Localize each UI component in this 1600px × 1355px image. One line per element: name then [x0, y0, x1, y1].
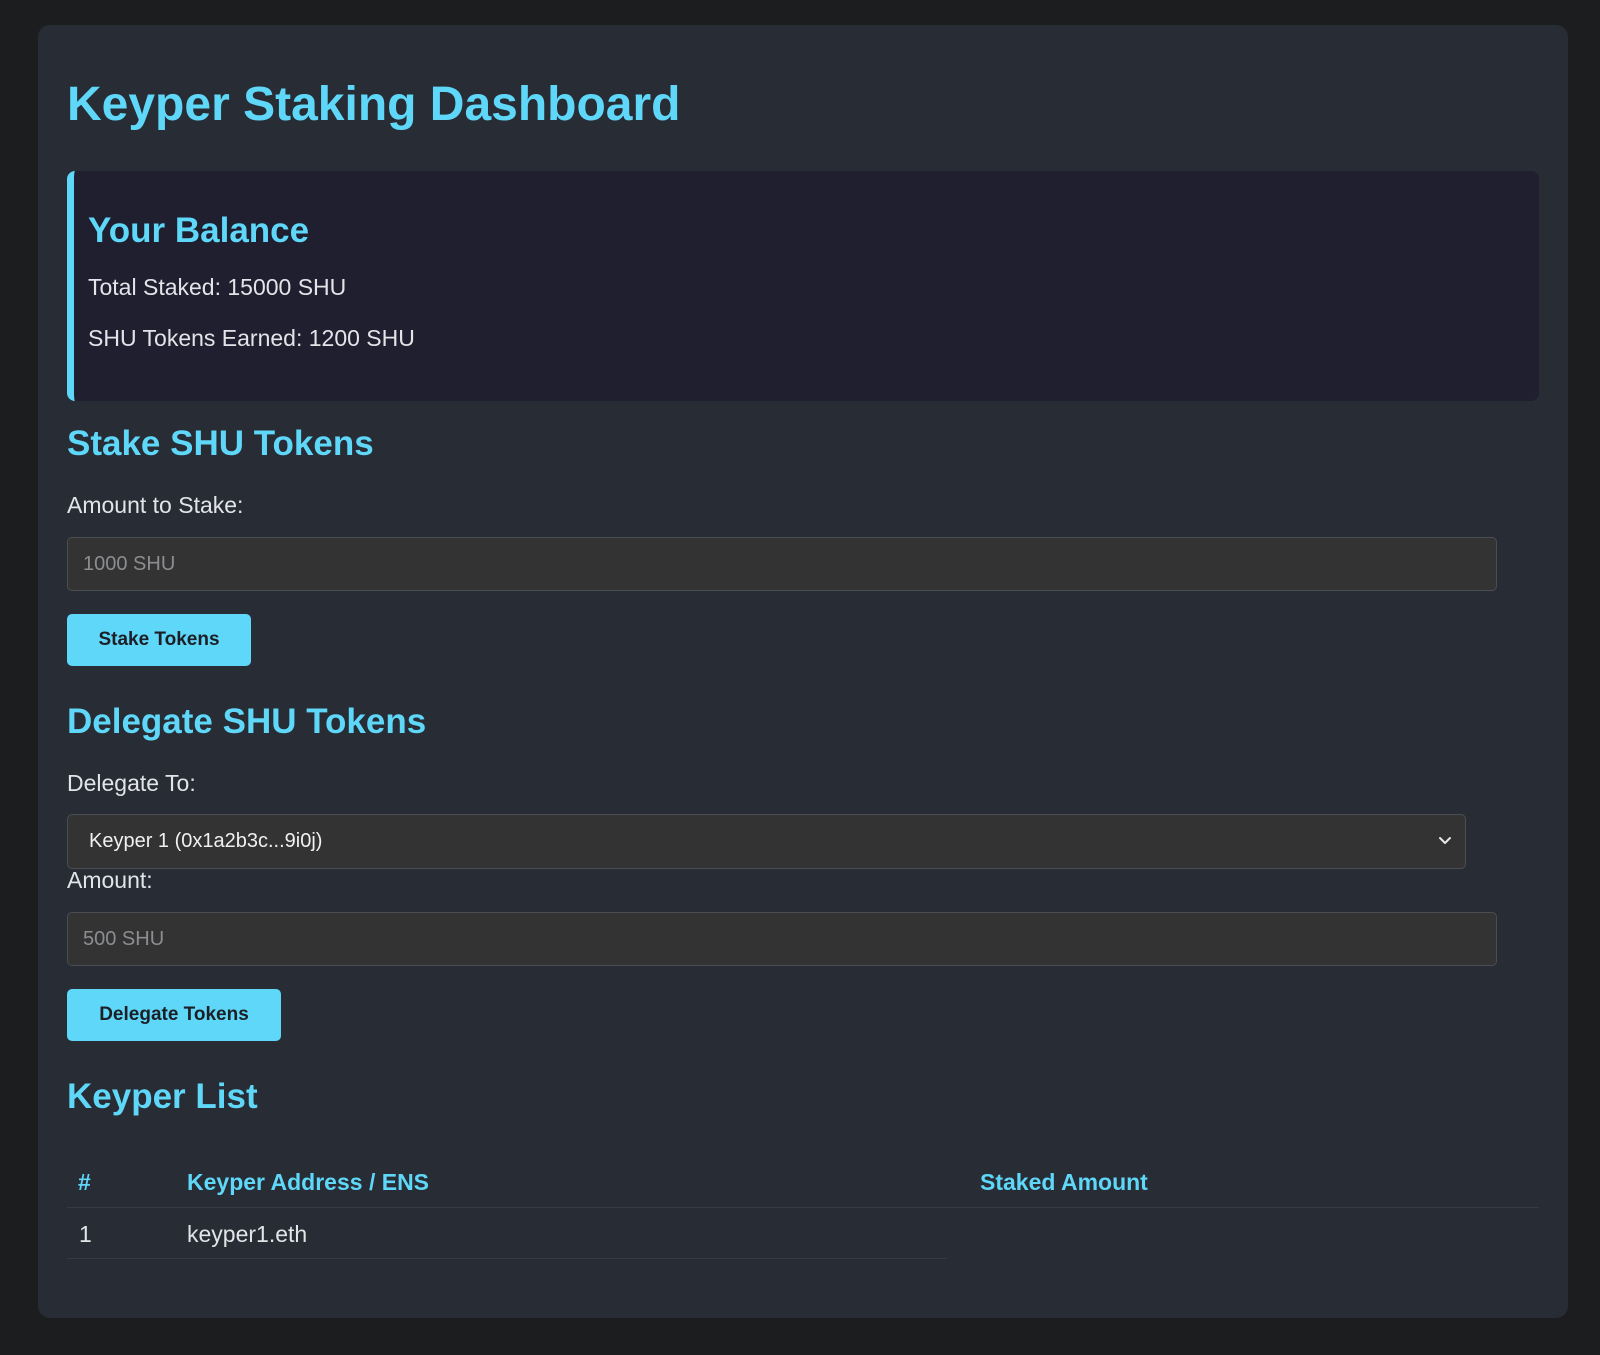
- row-index-cell: 1: [79, 1221, 92, 1247]
- stake-tokens-button[interactable]: Stake Tokens: [67, 614, 251, 666]
- table-row-divider: [67, 1258, 947, 1259]
- delegate-tokens-button[interactable]: Delegate Tokens: [67, 989, 281, 1041]
- keyper-list-title: Keyper List: [67, 1077, 258, 1116]
- table-header-address: Keyper Address / ENS: [187, 1169, 430, 1195]
- delegate-to-label: Delegate To:: [67, 770, 196, 796]
- total-staked-text: Total Staked: 15000 SHU: [88, 274, 347, 300]
- stake-amount-input[interactable]: [67, 537, 1497, 591]
- delegate-amount-input[interactable]: [67, 912, 1497, 966]
- tokens-earned-text: SHU Tokens Earned: 1200 SHU: [88, 325, 415, 351]
- chevron-down-icon: [1439, 837, 1451, 844]
- page-title: Keyper Staking Dashboard: [67, 78, 681, 131]
- balance-title: Your Balance: [88, 211, 310, 250]
- keyper-select-value: Keyper 1 (0x1a2b3c...9i0j): [89, 830, 323, 852]
- delegate-amount-label: Amount:: [67, 867, 153, 893]
- row-address-cell: keyper1.eth: [187, 1221, 308, 1247]
- delegate-section-title: Delegate SHU Tokens: [67, 702, 427, 741]
- table-header-divider: [67, 1207, 1539, 1208]
- table-header-index: #: [78, 1169, 91, 1195]
- dashboard-panel: Keyper Staking Dashboard Your Balance To…: [38, 25, 1568, 1318]
- stake-section-title: Stake SHU Tokens: [67, 424, 374, 463]
- keyper-select[interactable]: Keyper 1 (0x1a2b3c...9i0j): [67, 814, 1466, 869]
- stake-amount-label: Amount to Stake:: [67, 492, 244, 518]
- table-header-staked: Staked Amount: [980, 1169, 1148, 1195]
- balance-card: Your Balance Total Staked: 15000 SHU SHU…: [67, 171, 1539, 401]
